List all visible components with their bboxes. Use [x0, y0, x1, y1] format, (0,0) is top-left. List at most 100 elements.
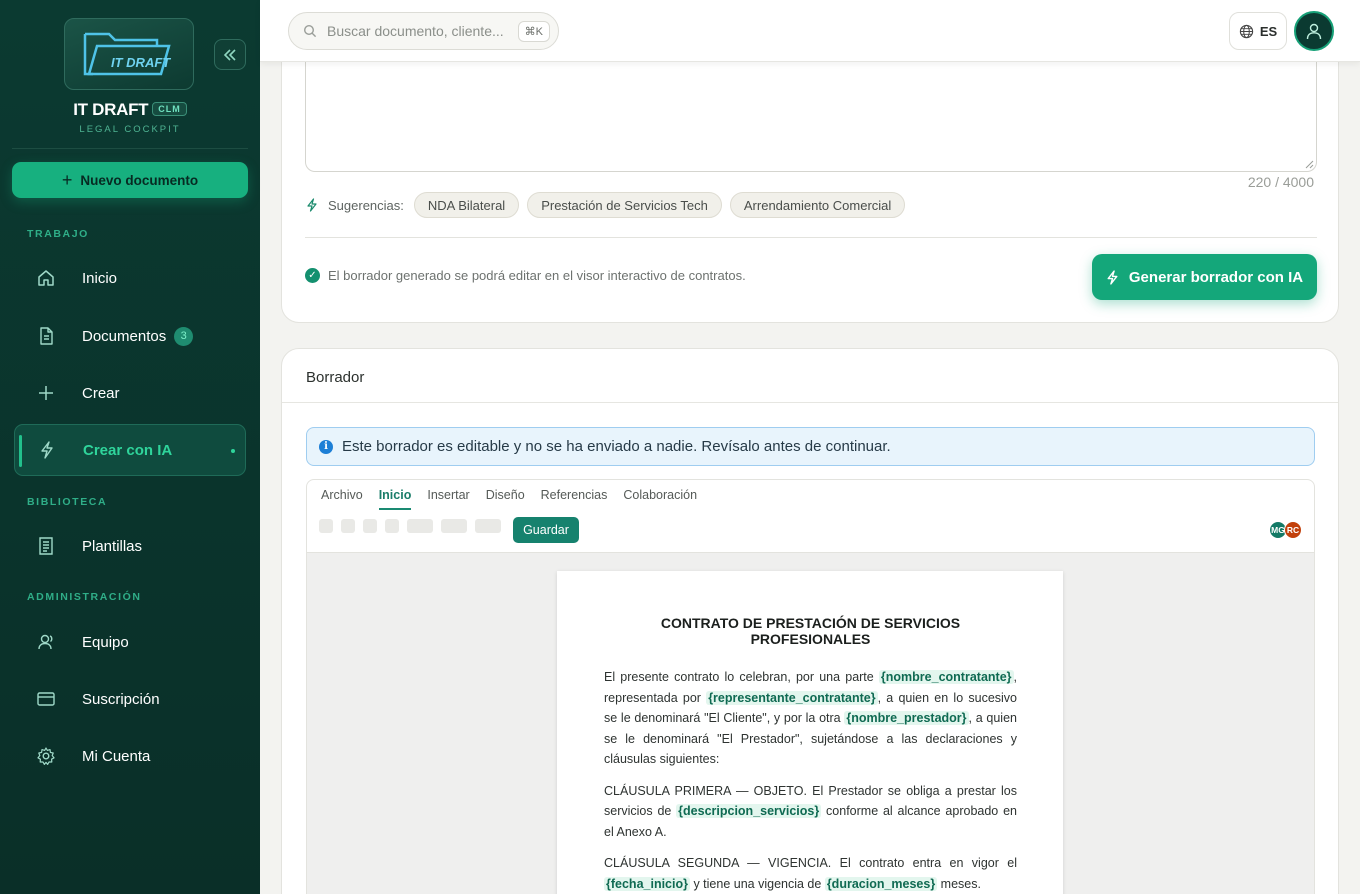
- section-label-trabajo: TRABAJO: [27, 228, 89, 240]
- home-icon: [14, 268, 78, 288]
- folder-logo-icon: IT DRAFT: [83, 32, 171, 76]
- ai-generator-card: 220 / 4000 Sugerencias: NDA Bilateral Pr…: [281, 40, 1339, 323]
- draft-info-text: Este borrador es editable y no se ha env…: [342, 438, 891, 455]
- paragraph-text: CLÁUSULA SEGUNDA — VIGENCIA. El contrato…: [604, 856, 1017, 870]
- contract-paragraph: CLÁUSULA SEGUNDA — VIGENCIA. El contrato…: [604, 853, 1017, 894]
- toolbar-tool[interactable]: [319, 519, 333, 533]
- suggestions-label: Sugerencias:: [328, 197, 404, 213]
- template-variable[interactable]: {descripcion_servicios}: [676, 804, 822, 818]
- save-button[interactable]: Guardar: [513, 517, 579, 543]
- collapse-sidebar-button[interactable]: [214, 39, 246, 70]
- menu-diseno[interactable]: Diseño: [486, 488, 525, 510]
- generator-note-text: El borrador generado se podrá editar en …: [328, 268, 746, 283]
- draft-info-banner: i Este borrador es editable y no se ha e…: [306, 427, 1315, 466]
- menu-archivo[interactable]: Archivo: [321, 488, 363, 510]
- template-variable[interactable]: {nombre_prestador}: [844, 711, 969, 725]
- suggestion-chip[interactable]: NDA Bilateral: [413, 192, 520, 218]
- divider: [305, 237, 1317, 238]
- check-icon: ✓: [305, 268, 320, 283]
- draft-title: Borrador: [306, 369, 365, 386]
- user-avatar-button[interactable]: [1294, 11, 1334, 51]
- template-variable[interactable]: {fecha_inicio}: [604, 876, 690, 891]
- brand-logo[interactable]: IT DRAFT: [64, 18, 194, 90]
- toolbar-tool[interactable]: [385, 519, 399, 533]
- brand-tag: CLM: [152, 102, 187, 116]
- new-document-button[interactable]: + Nuevo documento: [12, 162, 248, 198]
- search-input[interactable]: Buscar documento, cliente... ⌘K: [288, 12, 559, 50]
- toolbar-tool[interactable]: [341, 519, 355, 533]
- language-label: ES: [1259, 23, 1278, 39]
- editor-menu: Archivo Inicio Insertar Diseño Referenci…: [321, 488, 697, 510]
- search-placeholder: Buscar documento, cliente...: [327, 23, 504, 39]
- documents-count-badge: 3: [174, 326, 194, 346]
- template-variable[interactable]: {representante_contratante}: [706, 690, 878, 705]
- paragraph-text: El presente contrato lo celebran, por un…: [604, 670, 879, 684]
- sidebar-item-plantillas[interactable]: Plantillas: [14, 520, 246, 572]
- sidebar-item-label: Crear: [82, 384, 120, 402]
- active-indicator-dot: [231, 449, 235, 453]
- sidebar-item-mi-cuenta[interactable]: Mi Cuenta: [14, 730, 246, 782]
- new-document-label: Nuevo documento: [80, 172, 199, 188]
- collaborators: MG RC: [1269, 521, 1302, 539]
- contract-title: CONTRATO DE PRESTACIÓN DE SERVICIOS PROF…: [660, 615, 961, 647]
- suggestions: Sugerencias: NDA Bilateral Prestación de…: [306, 192, 906, 218]
- resize-handle-icon[interactable]: [1305, 160, 1314, 169]
- search-shortcut: ⌘K: [517, 21, 550, 42]
- sidebar: IT DRAFT IT DRAFT CLM LEGAL COCKPIT + Nue…: [0, 0, 260, 894]
- generate-draft-button[interactable]: Generar borrador con IA: [1092, 254, 1317, 300]
- toolbar-tool[interactable]: [475, 519, 501, 533]
- info-icon: i: [319, 439, 333, 454]
- sidebar-item-crear-con-ia[interactable]: Crear con IA: [14, 424, 246, 476]
- sidebar-item-suscripcion[interactable]: Suscripción: [14, 673, 246, 725]
- generator-note: ✓ El borrador generado se podrá editar e…: [305, 268, 746, 283]
- draft-card: Borrador i Este borrador es editable y n…: [281, 348, 1339, 894]
- user-icon: [1306, 23, 1322, 40]
- sidebar-item-inicio[interactable]: Inicio: [14, 252, 246, 304]
- template-variable[interactable]: {nombre_contratante}: [878, 670, 1014, 684]
- document-canvas: CONTRATO DE PRESTACIÓN DE SERVICIOS PROF…: [307, 552, 1314, 894]
- suggestion-chip[interactable]: Arrendamiento Comercial: [729, 192, 906, 218]
- paragraph-text: y tiene una vigencia de: [689, 876, 825, 891]
- document-editor: Archivo Inicio Insertar Diseño Referenci…: [306, 479, 1315, 894]
- globe-icon: [1239, 24, 1253, 38]
- bolt-icon: [15, 440, 79, 460]
- sidebar-item-equipo[interactable]: Equipo: [14, 616, 246, 668]
- menu-colaboracion[interactable]: Colaboración: [623, 488, 697, 510]
- menu-inicio[interactable]: Inicio: [378, 488, 412, 510]
- bolt-icon: [307, 198, 317, 212]
- sidebar-item-crear[interactable]: Crear: [14, 367, 246, 419]
- bolt-icon: [1107, 269, 1118, 285]
- toolbar-tool[interactable]: [363, 519, 377, 533]
- sidebar-item-label: Equipo: [82, 633, 129, 651]
- menu-referencias[interactable]: Referencias: [541, 488, 608, 510]
- section-label-biblioteca: BIBLIOTECA: [27, 496, 108, 508]
- sidebar-item-label: Plantillas: [82, 537, 143, 555]
- gear-icon: [14, 746, 78, 766]
- collaborator-avatar[interactable]: RC: [1284, 521, 1302, 539]
- template-variable[interactable]: {duracion_meses}: [824, 876, 938, 891]
- card-icon: [14, 690, 78, 708]
- menu-insertar[interactable]: Insertar: [427, 488, 469, 510]
- chevrons-left-icon: [223, 48, 236, 61]
- toolbar-tool[interactable]: [441, 519, 467, 533]
- contract-paragraph: El presente contrato lo celebran, por un…: [604, 667, 1017, 770]
- generate-draft-label: Generar borrador con IA: [1128, 268, 1304, 286]
- team-icon: [14, 632, 78, 652]
- sidebar-item-label: Mi Cuenta: [82, 747, 151, 765]
- language-switcher[interactable]: ES: [1229, 12, 1287, 50]
- suggestion-chip[interactable]: Prestación de Servicios Tech: [527, 192, 722, 218]
- sidebar-item-documentos[interactable]: Documentos 3: [14, 310, 246, 362]
- topbar: Buscar documento, cliente... ⌘K ES: [260, 0, 1360, 62]
- sidebar-item-label: Documentos: [82, 327, 167, 345]
- svg-text:IT DRAFT: IT DRAFT: [111, 55, 171, 70]
- document-page[interactable]: CONTRATO DE PRESTACIÓN DE SERVICIOS PROF…: [557, 571, 1063, 894]
- paragraph-text: meses.: [937, 876, 981, 891]
- toolbar-tool[interactable]: [407, 519, 433, 533]
- contract-paragraph: CLÁUSULA PRIMERA — OBJETO. El Prestador …: [604, 781, 1017, 843]
- editor-toolbar: [319, 519, 501, 533]
- plus-icon: +: [61, 169, 73, 190]
- sidebar-item-label: Crear con IA: [83, 441, 173, 459]
- char-counter: 220 / 4000: [1247, 174, 1314, 190]
- section-label-administracion: ADMINISTRACIÓN: [27, 591, 142, 603]
- plus-icon: [14, 384, 78, 402]
